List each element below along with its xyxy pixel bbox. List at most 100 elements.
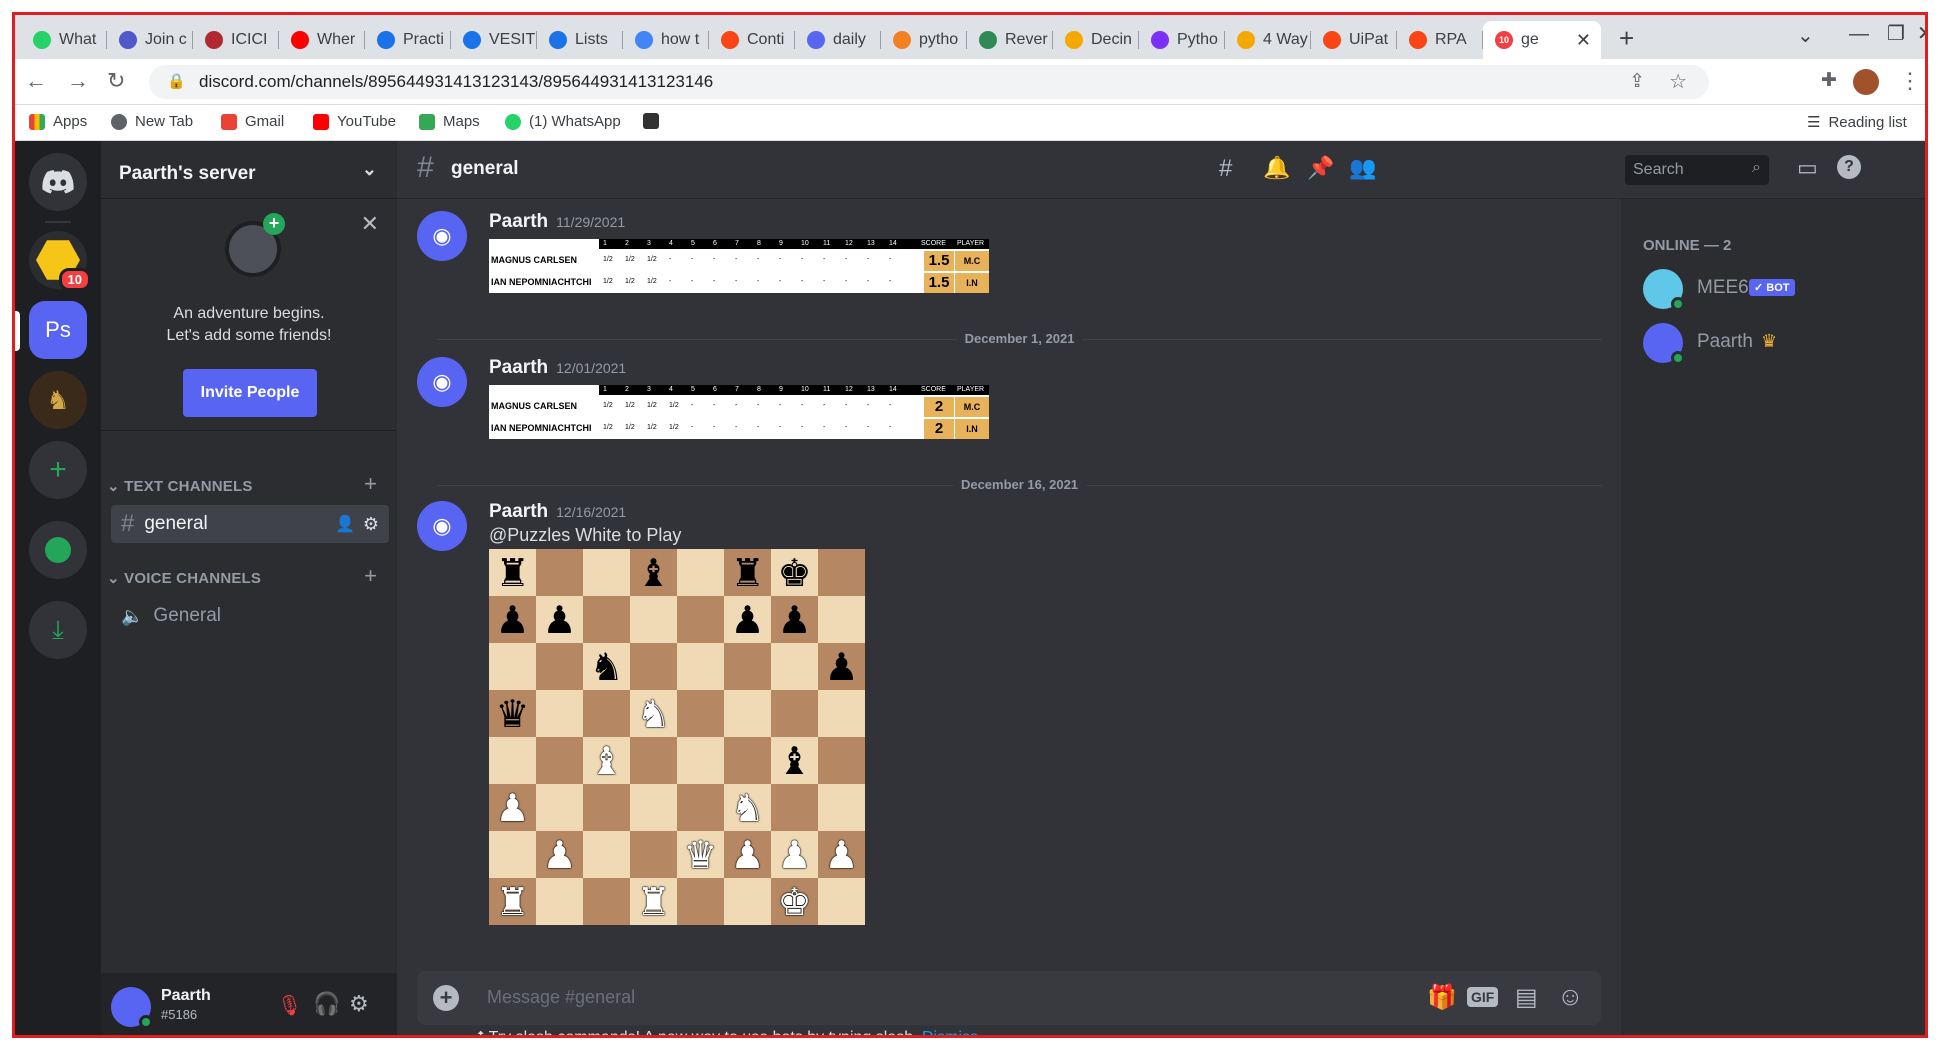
extensions-icon[interactable]: ✚ — [1821, 69, 1837, 92]
upload-plus-icon[interactable]: + — [433, 985, 459, 1011]
voice-channels-category[interactable]: ⌄ VOICE CHANNELS — [107, 569, 261, 587]
headphones-icon[interactable]: 🎧 — [313, 991, 340, 1017]
scoreboard-image[interactable]: 1 2 3 4 5 6 7 8 9 10 11 12 13 14 SCORE PLAYER MAGNUS CAR… — [489, 385, 989, 439]
reload-icon[interactable]: ↻ — [107, 68, 125, 94]
browser-tab[interactable]: Conti — [709, 21, 795, 59]
share-icon[interactable]: ⇪ — [1629, 70, 1645, 93]
threads-icon[interactable]: # — [1219, 155, 1232, 183]
browser-tab-active[interactable]: 10 ge ✕ — [1483, 21, 1601, 59]
search-input[interactable]: Search ⌕ — [1625, 155, 1769, 185]
discord-home-icon[interactable] — [29, 153, 87, 211]
board-square: ♝ — [583, 737, 630, 784]
dismiss-link[interactable]: Dismiss — [922, 1029, 978, 1035]
channel-general[interactable]: # general 👤 ⚙ — [111, 505, 389, 543]
board-square — [677, 596, 724, 643]
back-icon[interactable]: ← — [25, 68, 47, 94]
minimize-button[interactable]: — — [1849, 23, 1869, 46]
bookmark-apps[interactable]: Apps — [29, 113, 87, 130]
add-server-button[interactable]: + — [29, 441, 87, 499]
close-tab-icon[interactable]: ✕ — [1576, 30, 1591, 51]
chrome-menu-icon[interactable]: ⋮ — [1899, 68, 1921, 94]
download-apps-button[interactable]: ⤓ — [29, 601, 87, 659]
bookmark-image[interactable] — [643, 113, 667, 129]
inbox-icon[interactable]: ▭ — [1797, 155, 1818, 181]
profile-avatar[interactable] — [1853, 69, 1879, 95]
avatar[interactable]: ◉ — [417, 211, 467, 261]
bookmark-maps[interactable]: Maps — [419, 113, 480, 130]
date-divider: December 16, 2021 — [437, 477, 1602, 492]
user-settings-gear-icon[interactable]: ⚙ — [349, 991, 369, 1017]
server-paarths-server[interactable]: Ps — [29, 301, 87, 359]
round-number: 6 — [713, 240, 717, 247]
mute-mic-icon[interactable]: 🎙 — [277, 993, 302, 1018]
browser-tab[interactable]: Decin — [1053, 21, 1139, 59]
omnibox[interactable]: 🔒 discord.com/channels/89564493141312314… — [149, 65, 1709, 99]
browser-tab[interactable]: Rever — [967, 21, 1053, 59]
maximize-button[interactable]: ❐ — [1887, 21, 1905, 46]
message-author[interactable]: Paarth — [489, 357, 548, 378]
bookmark-star-icon[interactable]: ☆ — [1669, 69, 1687, 94]
new-tab-button[interactable]: + — [1619, 23, 1634, 54]
bookmark-youtube[interactable]: YouTube — [313, 113, 396, 130]
bookmark-new-tab[interactable]: New Tab — [111, 113, 193, 130]
board-square: ♟ — [724, 596, 771, 643]
board-square — [630, 784, 677, 831]
board-square — [536, 549, 583, 596]
member-paarth[interactable]: Paarth ♛ — [1637, 319, 1917, 365]
player-initials: M.C — [955, 397, 989, 417]
emoji-icon[interactable]: ☺ — [1557, 981, 1584, 1012]
message-author[interactable]: Paarth — [489, 211, 548, 232]
bookmark-gmail[interactable]: Gmail — [221, 113, 284, 130]
voice-channel-general[interactable]: 🔈 General — [111, 597, 389, 635]
forward-icon[interactable]: → — [67, 68, 89, 94]
close-window-button[interactable]: ✕ — [1917, 21, 1925, 46]
browser-tab[interactable]: Wher — [279, 21, 365, 59]
gif-button[interactable]: GIF — [1467, 987, 1499, 1007]
sticker-icon[interactable]: ▤ — [1515, 983, 1538, 1012]
hashtag-icon: # — [121, 510, 135, 537]
invite-people-button[interactable]: Invite People — [183, 369, 317, 417]
browser-tab[interactable]: daily — [795, 21, 881, 59]
favicon-icon — [1065, 31, 1083, 49]
create-text-channel-icon[interactable]: + — [364, 471, 377, 497]
text-channels-category[interactable]: ⌄ TEXT CHANNELS — [107, 477, 253, 495]
player-name: MAGNUS CARLSEN — [491, 255, 578, 265]
message-input[interactable]: Message #general — [487, 987, 635, 1008]
tab-search-icon[interactable]: ⌄ — [1797, 23, 1814, 48]
browser-tab[interactable]: What — [21, 21, 107, 59]
member-mee6[interactable]: MEE6 ✓ BOT — [1637, 265, 1917, 311]
gift-icon[interactable]: 🎁 — [1427, 983, 1457, 1012]
avatar[interactable]: ◉ — [417, 357, 467, 407]
browser-tab[interactable]: Practi — [365, 21, 451, 59]
url-text[interactable]: discord.com/channels/895644931413123143/… — [199, 72, 713, 92]
member-list-icon[interactable]: 👥 — [1349, 155, 1376, 181]
invite-member-icon[interactable]: 👤 — [335, 514, 355, 534]
chess-board-image[interactable]: ♜ ♝ ♜ ♚ ♟ ♟ ♟ ♟ ♞ ♟ ♛ ♞ ♝ ♝ ♟ ♞ ♟ ♛ ♟ ♟ ♟ ♜ ♜ ♚ — [489, 549, 865, 925]
server-header[interactable]: Paarth's server ⌄ — [101, 141, 397, 199]
browser-tab[interactable]: UiPat — [1311, 21, 1397, 59]
help-icon[interactable]: ? — [1837, 155, 1861, 179]
browser-tab[interactable]: Lists — [537, 21, 623, 59]
avatar[interactable]: ◉ — [417, 501, 467, 551]
bookmark-whatsapp[interactable]: (1) WhatsApp — [505, 113, 621, 130]
browser-tab[interactable]: Join c — [107, 21, 193, 59]
browser-tab[interactable]: Pytho — [1139, 21, 1225, 59]
gear-icon[interactable]: ⚙ — [363, 514, 379, 535]
browser-tab[interactable]: how t — [623, 21, 709, 59]
browser-tab[interactable]: ICICI — [193, 21, 279, 59]
reading-list-button[interactable]: ☰ Reading list — [1807, 113, 1907, 132]
browser-tab[interactable]: 4 Way — [1225, 21, 1311, 59]
server-chess[interactable]: ♞ — [29, 371, 87, 429]
scoreboard-image[interactable]: 1 2 3 4 5 6 7 8 9 10 11 12 13 14 SCORE PLAYER MAGNUS CAR… — [489, 239, 989, 293]
close-icon[interactable]: ✕ — [361, 211, 379, 237]
notification-bell-icon[interactable]: 🔔 — [1263, 155, 1290, 181]
create-voice-channel-icon[interactable]: + — [364, 563, 377, 589]
message-author[interactable]: Paarth — [489, 501, 548, 522]
game-result: - — [779, 424, 782, 431]
pin-icon[interactable]: 📌 — [1307, 155, 1334, 181]
browser-tab[interactable]: VESIT — [451, 21, 537, 59]
explore-servers-button[interactable] — [29, 521, 87, 579]
server-codecell[interactable]: 10 — [29, 231, 91, 291]
browser-tab[interactable]: RPA — [1397, 21, 1483, 59]
browser-tab[interactable]: pytho — [881, 21, 967, 59]
